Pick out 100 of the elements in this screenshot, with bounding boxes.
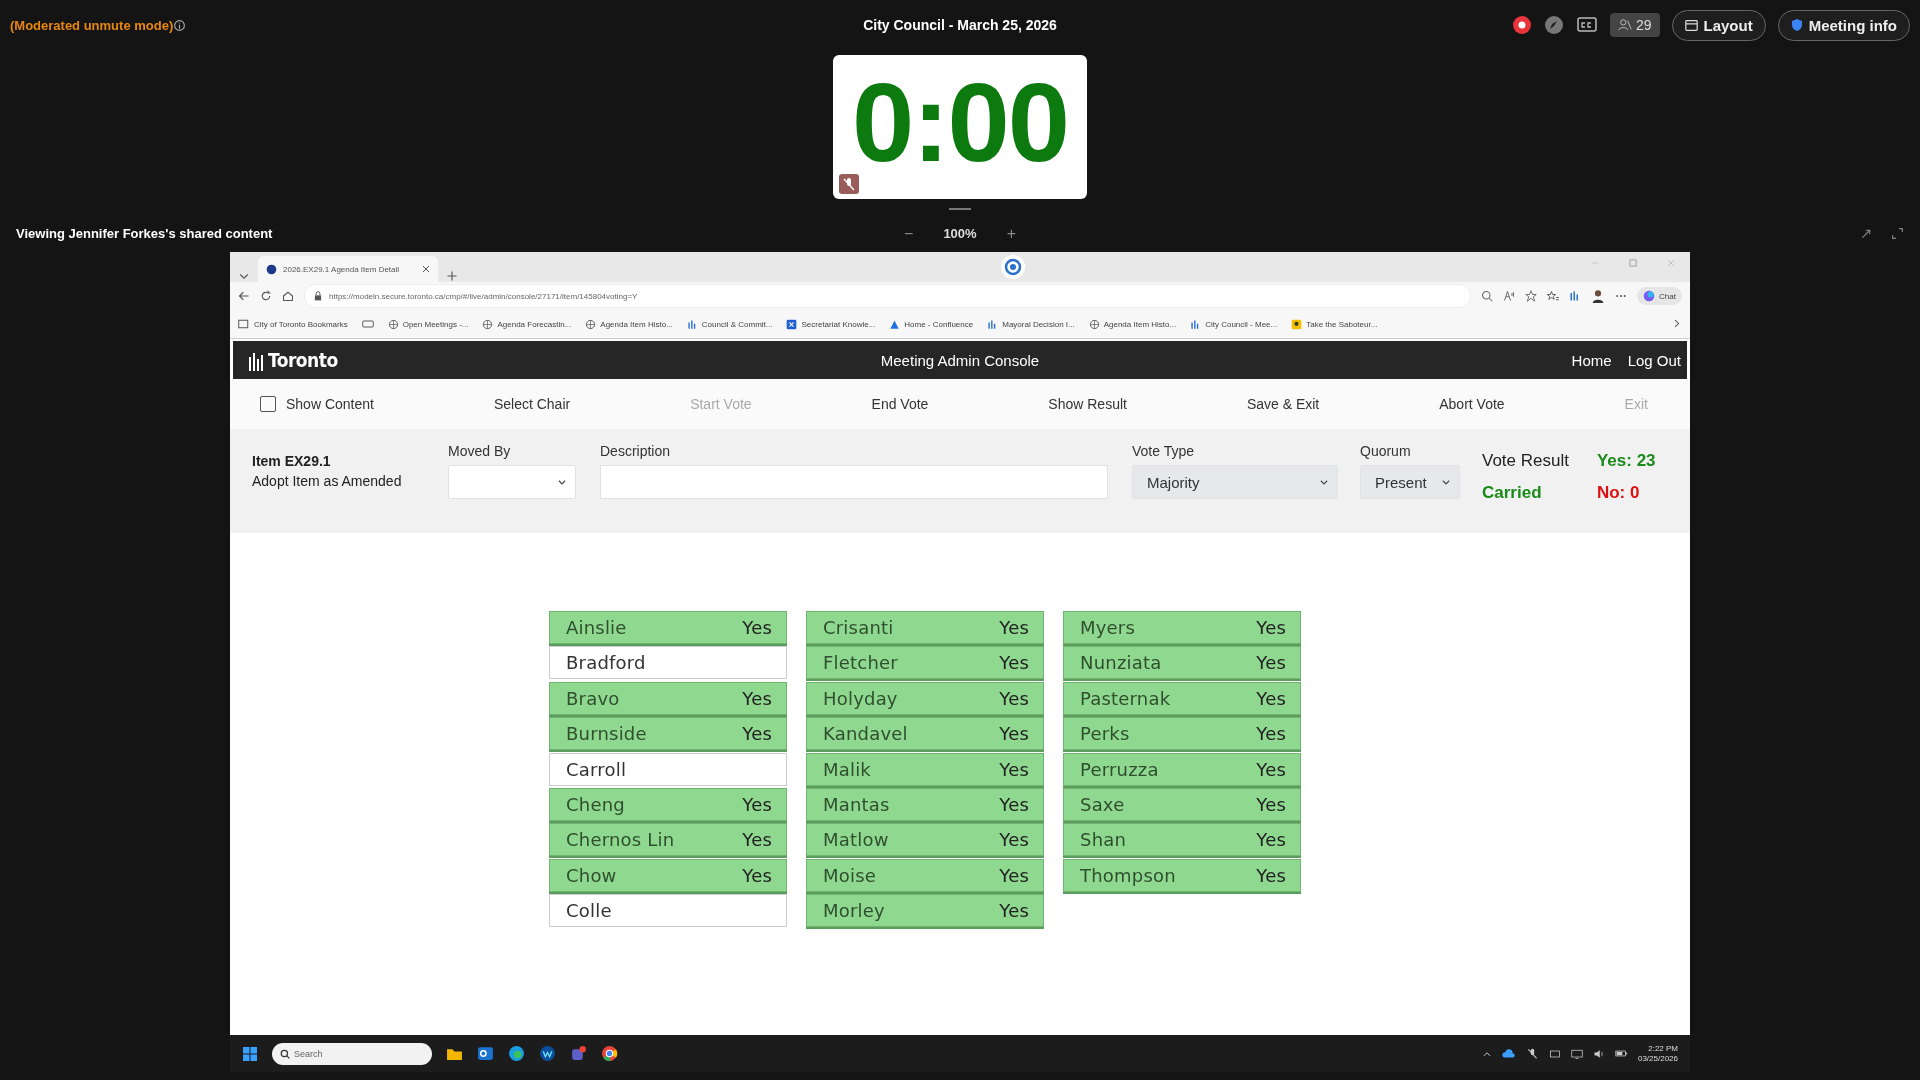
- refresh-icon[interactable]: [260, 290, 272, 302]
- action-button[interactable]: Show Result: [1046, 394, 1129, 414]
- layout-button[interactable]: Layout: [1671, 9, 1766, 41]
- info-icon: [173, 18, 187, 32]
- teams-icon[interactable]: [570, 1045, 587, 1062]
- nav-link[interactable]: Log Out: [1627, 351, 1681, 369]
- participants-button[interactable]: 29: [1609, 13, 1660, 37]
- zoom-out-button[interactable]: −: [904, 224, 914, 243]
- bookmark[interactable]: Home - Confluence: [889, 318, 974, 330]
- avatar-icon[interactable]: [1591, 289, 1606, 303]
- windows-icon[interactable]: [242, 1045, 258, 1062]
- favorites-icon[interactable]: [1547, 290, 1560, 302]
- member-name: Holyday: [823, 687, 898, 709]
- address-bar[interactable]: https://modeln.secure.toronto.ca/cmp/#/live/admin/console/27171/item/145804voting=Y: [304, 284, 1472, 308]
- vote-value: Yes: [999, 758, 1029, 780]
- taskbar-date[interactable]: 03/25/2026: [1637, 1053, 1678, 1064]
- webex-icon[interactable]: [539, 1045, 556, 1062]
- vote-value: Yes: [1256, 793, 1286, 815]
- edge-icon[interactable]: [508, 1045, 525, 1062]
- close-icon[interactable]: [422, 265, 430, 273]
- description-field[interactable]: [600, 465, 1108, 499]
- member-name: Shan: [1080, 829, 1127, 851]
- people-icon: [1617, 18, 1632, 32]
- member-name: Chernos Lin: [566, 829, 675, 851]
- vote-type-select[interactable]: Majority: [1132, 465, 1338, 499]
- chart-icon: [686, 318, 698, 330]
- yes-count: Yes: 23: [1596, 451, 1656, 471]
- item-motion: Adopt Item as Amended: [252, 473, 403, 489]
- nav-link[interactable]: Home: [1571, 351, 1612, 369]
- caret-icon: [1441, 477, 1451, 487]
- back-icon[interactable]: [238, 290, 250, 302]
- home-icon[interactable]: [282, 290, 294, 302]
- read-aloud-icon[interactable]: [1503, 290, 1516, 302]
- member-name: Pasternak: [1080, 687, 1171, 709]
- bookmark[interactable]: City Council - Mee...: [1190, 318, 1278, 330]
- folder-icon: [238, 318, 250, 330]
- chrome-icon[interactable]: [601, 1045, 618, 1062]
- bookmark[interactable]: Take the Saboteur...: [1291, 318, 1378, 330]
- mic-off-icon[interactable]: [1525, 1047, 1539, 1060]
- member-name: Kandavel: [823, 723, 908, 745]
- bookmark[interactable]: City of Toronto Bookmarks: [238, 318, 348, 330]
- bookmark[interactable]: Mayoral Decision I...: [987, 318, 1075, 330]
- layout-icon: [1684, 18, 1698, 32]
- taskbar-time[interactable]: 2:22 PM: [1648, 1043, 1678, 1054]
- vote-value: Yes: [1256, 864, 1286, 886]
- member-name: Burnside: [566, 723, 647, 745]
- star-icon[interactable]: [1525, 290, 1538, 302]
- action-button[interactable]: Abort Vote: [1437, 394, 1507, 414]
- speaker-icon[interactable]: [1592, 1047, 1605, 1060]
- fullscreen-icon[interactable]: [1891, 227, 1904, 240]
- cloud-icon[interactable]: [1501, 1046, 1516, 1061]
- outlook-icon[interactable]: [477, 1045, 494, 1062]
- member-name: Bradford: [566, 652, 646, 674]
- member-name: Cheng: [566, 793, 625, 815]
- pen-icon[interactable]: [1543, 15, 1564, 35]
- vote-value: Yes: [999, 687, 1029, 709]
- show-content-checkbox[interactable]: Show Content: [258, 394, 376, 414]
- plus-icon[interactable]: [446, 270, 458, 282]
- bookmark[interactable]: Open Meetings -...: [387, 318, 469, 330]
- member-name: Carroll: [566, 758, 627, 780]
- member-name: Perks: [1080, 723, 1130, 745]
- card-icon: [361, 318, 374, 330]
- muted-mic-icon: [839, 174, 859, 194]
- action-button[interactable]: Save & Exit: [1244, 394, 1322, 414]
- vote-value: Yes: [999, 829, 1029, 851]
- battery-icon[interactable]: [1614, 1047, 1628, 1060]
- action-button[interactable]: Select Chair: [491, 394, 573, 414]
- field-label: Moved By: [448, 443, 512, 459]
- bookmark[interactable]: Secretariat Knowle...: [786, 318, 876, 330]
- browser-tab[interactable]: 2026.EX29.1 Agenda Item Detail: [258, 256, 438, 282]
- globe-icon: [585, 318, 597, 330]
- vote-value: Yes: [742, 829, 772, 851]
- vote-outcome: Carried: [1482, 483, 1543, 503]
- bookmark[interactable]: Agenda Item Histo...: [1088, 318, 1177, 330]
- pop-out-icon[interactable]: [1860, 227, 1873, 240]
- field-label: Quorum: [1360, 443, 1412, 459]
- member-name: Malik: [823, 758, 871, 780]
- member-name: Saxe: [1080, 793, 1125, 815]
- vote-value: Yes: [1256, 617, 1286, 638]
- chat-button[interactable]: Chat: [1637, 287, 1682, 305]
- member-name: Chow: [566, 864, 617, 886]
- record-icon[interactable]: [1511, 15, 1532, 35]
- item-number: Item EX29.1: [252, 453, 332, 469]
- vote-value: Yes: [742, 793, 772, 815]
- field-label: Vote Type: [1132, 443, 1195, 459]
- sync-icon[interactable]: [1000, 254, 1026, 280]
- timer-value: 0:00: [851, 78, 1069, 168]
- quorum-select[interactable]: Present: [1360, 465, 1460, 499]
- display-icon[interactable]: [1570, 1047, 1583, 1060]
- bookmark[interactable]: Agenda Item Histo...: [585, 318, 673, 330]
- vote-value: Yes: [742, 864, 772, 886]
- bookmark[interactable]: Council & Commit...: [686, 318, 773, 330]
- bookmark[interactable]: Agenda Forecastin...: [482, 318, 572, 330]
- vote-value: Yes: [999, 652, 1029, 674]
- zoom-icon[interactable]: [1481, 290, 1494, 302]
- vote-value: Yes: [999, 864, 1029, 886]
- taskbar-search-field[interactable]: Search: [272, 1042, 432, 1065]
- meeting-info-button[interactable]: Meeting info: [1777, 9, 1910, 41]
- zoom-in-button[interactable]: +: [1006, 224, 1016, 243]
- action-button[interactable]: End Vote: [869, 394, 931, 414]
